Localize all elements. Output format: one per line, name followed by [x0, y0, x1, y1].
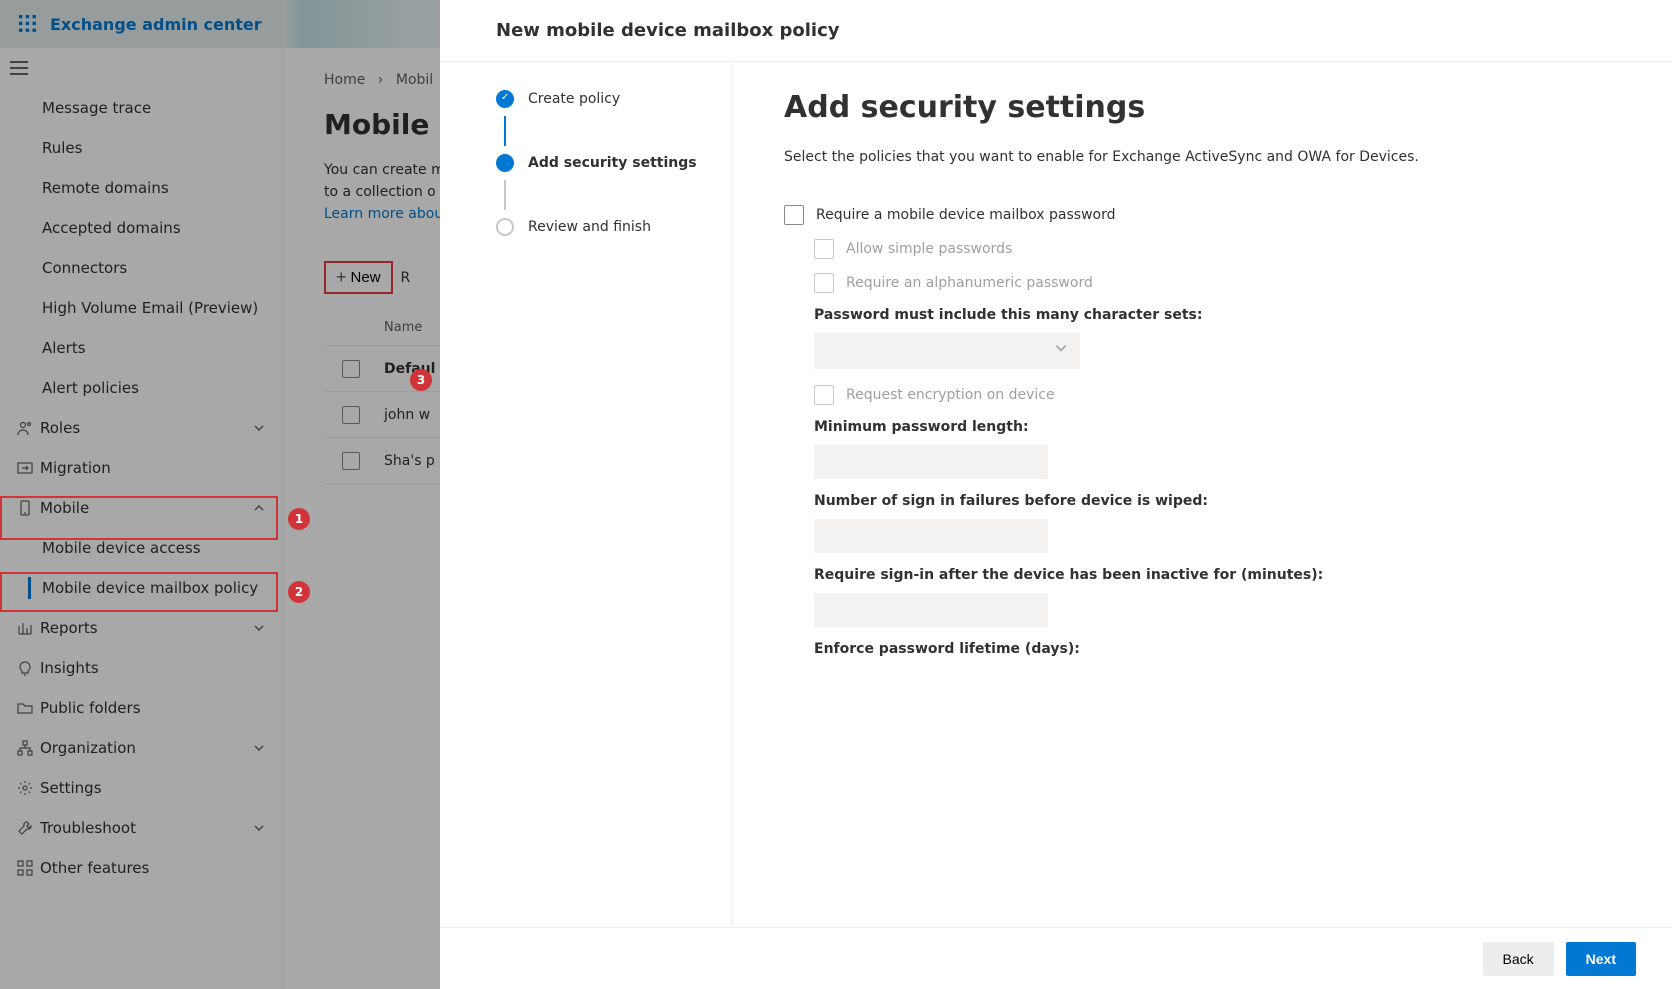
wizard-steps: Create policy Add security settings Revi… [440, 62, 732, 924]
input-min-length[interactable] [814, 445, 1048, 479]
step-create-policy[interactable]: Create policy [496, 82, 703, 116]
annotation-box-1 [0, 496, 278, 540]
next-button[interactable]: Next [1566, 942, 1636, 976]
step-connector [504, 116, 506, 146]
step-add-security[interactable]: Add security settings [496, 146, 703, 180]
annotation-badge-2: 2 [288, 581, 310, 603]
panel-title: New mobile device mailbox policy [496, 20, 1616, 41]
checkbox-icon [814, 273, 834, 293]
checkbox-icon [814, 239, 834, 259]
annotation-badge-3: 3 [410, 369, 432, 391]
input-inactive[interactable] [814, 593, 1048, 627]
step-review-finish[interactable]: Review and finish [496, 210, 703, 244]
panel-footer: Back Next [440, 927, 1672, 989]
label-inactive: Require sign-in after the device has bee… [814, 567, 1620, 583]
checkbox-encrypt: Request encryption on device [814, 385, 1620, 405]
step-current-icon [496, 154, 514, 172]
label-char-sets: Password must include this many characte… [814, 307, 1620, 323]
label-lifetime: Enforce password lifetime (days): [814, 641, 1620, 657]
back-button[interactable]: Back [1483, 942, 1554, 976]
panel-header: New mobile device mailbox policy [440, 0, 1672, 62]
annotation-badge-1: 1 [288, 508, 310, 530]
wizard-form: Add security settings Select the policie… [732, 62, 1672, 924]
chevron-down-icon [1054, 341, 1068, 355]
label-min-length: Minimum password length: [814, 419, 1620, 435]
form-heading: Add security settings [784, 90, 1620, 125]
step-done-icon [496, 90, 514, 108]
checkbox-require-alpha: Require an alphanumeric password [814, 273, 1620, 293]
checkbox-icon [814, 385, 834, 405]
step-pending-icon [496, 218, 514, 236]
input-failures[interactable] [814, 519, 1048, 553]
label-failures: Number of sign in failures before device… [814, 493, 1620, 509]
step-connector [504, 180, 506, 210]
checkbox-icon[interactable] [784, 205, 804, 225]
checkbox-require-password[interactable]: Require a mobile device mailbox password [784, 205, 1620, 225]
select-char-sets[interactable] [814, 333, 1080, 369]
wizard-panel: New mobile device mailbox policy Create … [440, 0, 1672, 989]
annotation-box-2 [0, 572, 278, 612]
form-lead: Select the policies that you want to ena… [784, 149, 1620, 165]
checkbox-allow-simple: Allow simple passwords [814, 239, 1620, 259]
